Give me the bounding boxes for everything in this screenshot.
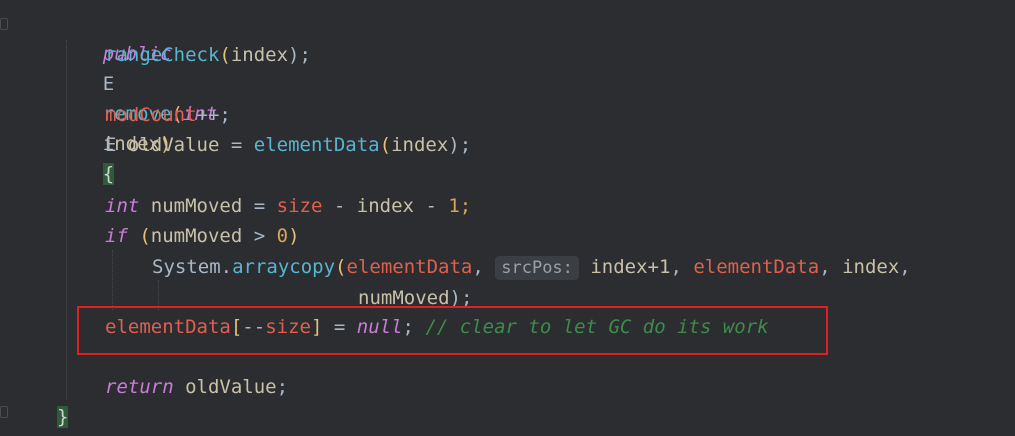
fold-marker-icon[interactable] <box>0 406 8 418</box>
keyword: return <box>105 376 174 398</box>
operator: > <box>253 225 266 247</box>
keyword: int <box>105 195 140 217</box>
code-line: return oldValue; <box>105 372 288 402</box>
number: 0 <box>276 225 289 247</box>
field: elementData <box>346 256 473 278</box>
type-name: E <box>102 73 115 95</box>
brace: } <box>57 406 69 428</box>
variable: numMoved <box>150 225 243 247</box>
punctuation: . <box>220 256 233 278</box>
paren: ( <box>379 134 392 156</box>
highlight-box <box>77 306 828 355</box>
fold-marker-icon[interactable] <box>0 18 8 30</box>
type-name: E <box>105 134 117 156</box>
paren: ( <box>219 44 231 66</box>
parameter-hint: srcPos: <box>495 256 579 280</box>
punctuation: , <box>670 256 682 278</box>
argument: index+1 <box>590 256 671 278</box>
class-name: System <box>152 256 221 278</box>
variable: index <box>356 195 414 217</box>
field: size <box>276 195 323 217</box>
code-line: } <box>57 402 69 432</box>
code-line: int numMoved = size - index - 1; <box>105 191 471 221</box>
variable: numMoved <box>150 195 243 217</box>
variable: oldValue <box>185 376 277 398</box>
paren: ( <box>139 225 151 247</box>
operator: ++; <box>196 104 231 126</box>
method-call: elementData <box>253 134 380 156</box>
paren: ( <box>335 256 347 278</box>
operator: = <box>253 195 266 217</box>
code-editor[interactable]: public E remove(int index) { rangeCheck(… <box>0 0 1015 436</box>
punctuation: ); <box>448 134 472 156</box>
punctuation: ; <box>276 376 289 398</box>
field: elementData <box>693 256 820 278</box>
code-line-method-signature: public E remove(int index) { <box>57 9 217 185</box>
code-line: rangeCheck(index); <box>105 40 311 70</box>
code-line: modCount++; <box>105 100 231 130</box>
punctuation: ); <box>288 44 311 66</box>
operator: - <box>425 195 437 217</box>
argument: index <box>842 256 900 278</box>
number: 1; <box>448 195 472 217</box>
paren: ) <box>288 225 300 247</box>
gutter <box>0 0 12 436</box>
brace: { <box>102 163 115 185</box>
argument: index <box>391 134 449 156</box>
punctuation: , <box>819 256 831 278</box>
method-call: arraycopy <box>232 256 336 278</box>
operator: - <box>333 195 346 217</box>
variable: oldValue <box>127 134 220 156</box>
code-line: System.arraycopy(elementData, srcPos: in… <box>152 252 911 282</box>
punctuation: , <box>472 256 484 278</box>
operator: = <box>230 134 243 156</box>
field: modCount <box>105 104 197 126</box>
keyword: if <box>105 225 128 247</box>
indent-guide <box>112 250 113 310</box>
code-line: if (numMoved > 0) <box>105 221 300 251</box>
code-line: E oldValue = elementData(index); <box>105 130 471 160</box>
argument: index <box>230 44 289 66</box>
punctuation: , <box>899 256 911 278</box>
method-call: rangeCheck <box>105 44 220 66</box>
